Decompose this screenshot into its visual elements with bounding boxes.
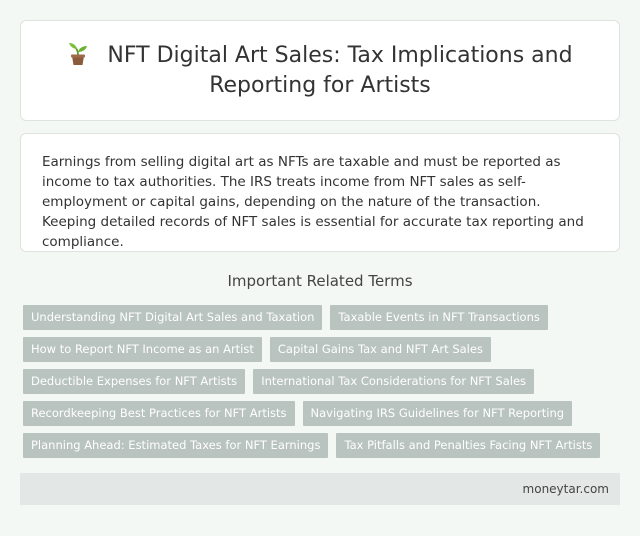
tag-capital-gains-tax[interactable]: Capital Gains Tax and NFT Art Sales (269, 337, 491, 362)
page-title: NFT Digital Art Sales: Tax Implications … (50, 41, 590, 101)
tag-tax-pitfalls[interactable]: Tax Pitfalls and Penalties Facing NFT Ar… (336, 433, 601, 458)
summary-card: Earnings from selling digital art as NFT… (20, 133, 620, 252)
footer-site-link[interactable]: moneytar.com (523, 482, 609, 496)
tag-international-tax[interactable]: International Tax Considerations for NFT… (253, 369, 535, 394)
related-terms-list: Understanding NFT Digital Art Sales and … (23, 305, 623, 465)
tag-row: Understanding NFT Digital Art Sales and … (23, 305, 623, 330)
summary-text: Earnings from selling digital art as NFT… (42, 154, 584, 250)
tag-row: How to Report NFT Income as an Artist Ca… (23, 337, 623, 362)
tag-deductible-expenses[interactable]: Deductible Expenses for NFT Artists (23, 369, 246, 394)
sprout-icon (69, 42, 88, 65)
tag-estimated-taxes[interactable]: Planning Ahead: Estimated Taxes for NFT … (23, 433, 329, 458)
header-card: NFT Digital Art Sales: Tax Implications … (20, 20, 620, 121)
tag-row: Planning Ahead: Estimated Taxes for NFT … (23, 433, 623, 458)
tag-report-nft-income[interactable]: How to Report NFT Income as an Artist (23, 337, 262, 362)
tag-row: Recordkeeping Best Practices for NFT Art… (23, 401, 623, 426)
page-title-text: NFT Digital Art Sales: Tax Implications … (107, 42, 573, 98)
footer: moneytar.com (20, 473, 620, 505)
tag-recordkeeping[interactable]: Recordkeeping Best Practices for NFT Art… (23, 401, 295, 426)
tag-row: Deductible Expenses for NFT Artists Inte… (23, 369, 623, 394)
related-terms-heading: Important Related Terms (227, 272, 413, 290)
tag-taxable-events[interactable]: Taxable Events in NFT Transactions (330, 305, 548, 330)
tag-irs-guidelines[interactable]: Navigating IRS Guidelines for NFT Report… (302, 401, 573, 426)
tag-understanding-nft-sales-taxation[interactable]: Understanding NFT Digital Art Sales and … (23, 305, 323, 330)
